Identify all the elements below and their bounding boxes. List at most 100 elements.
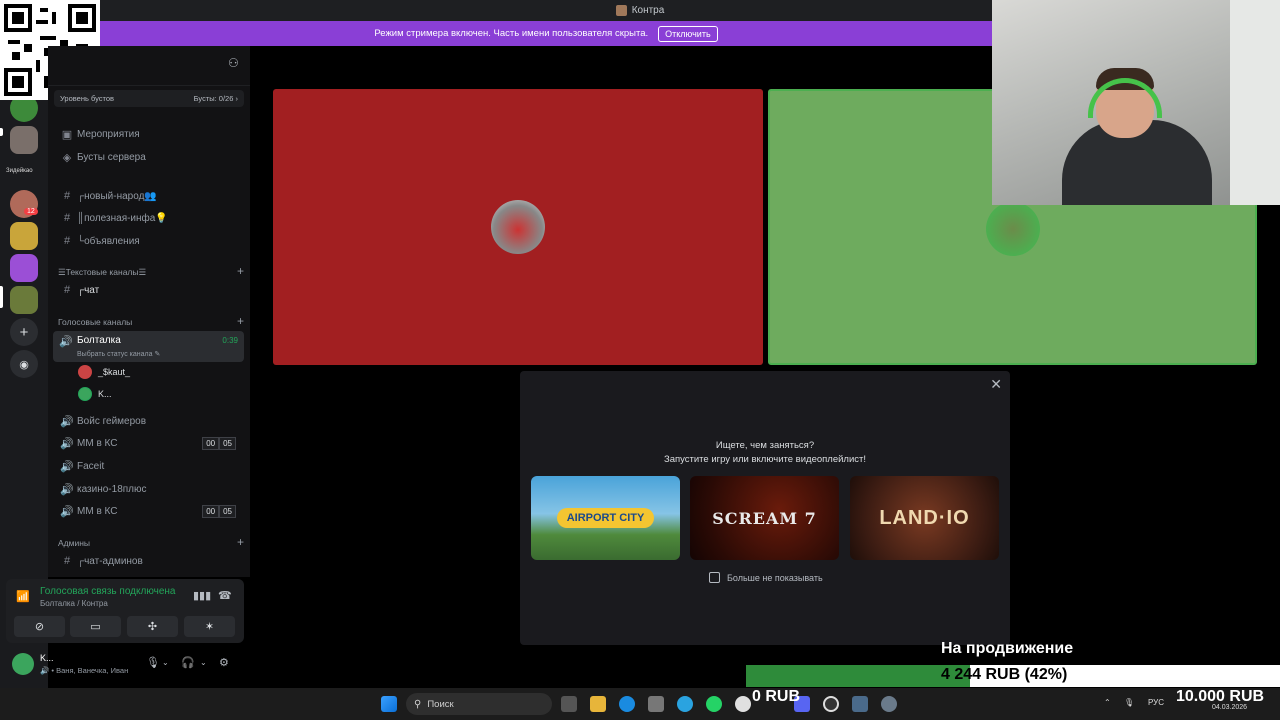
store-icon[interactable] <box>648 696 664 712</box>
gear-icon[interactable]: ⚙ <box>219 656 229 669</box>
server-icon-contra[interactable] <box>10 286 38 314</box>
card-logo: LAND·IO <box>879 506 970 529</box>
user-panel: K... 🔊 • Ваня, Ванечка, Иван 🎙 ⌄ 🎧 ⌄ ⚙ <box>6 646 244 682</box>
voice-connection-panel: 📶 Голосовая связь подключена Болталка / … <box>6 579 244 643</box>
sidebar-item-label: Бусты сервера <box>77 151 146 163</box>
card-logo: SCREAM 7 <box>712 508 817 528</box>
soundboard-button[interactable]: ✶ <box>184 616 235 637</box>
sidebar-item-events[interactable]: ▣ Мероприятия <box>54 124 244 144</box>
microphone-icon[interactable]: 🎙 <box>1124 698 1134 707</box>
calendar-icon: ▣ <box>61 128 73 141</box>
add-channel-icon[interactable]: + <box>237 315 244 327</box>
activities-button[interactable]: ✣ <box>127 616 178 637</box>
headphones-icon[interactable]: 🎧 <box>181 656 195 669</box>
server-icon-4[interactable] <box>10 222 38 250</box>
channel-chat[interactable]: # ┌чат <box>54 280 244 300</box>
edge-icon[interactable] <box>619 696 635 712</box>
chevron-down-icon[interactable]: ⌄ <box>162 658 169 667</box>
chevron-down-icon[interactable]: ⌄ <box>200 658 207 667</box>
disconnect-icon[interactable]: ☎ <box>218 589 232 602</box>
category-admins[interactable]: Админы + <box>58 536 244 548</box>
screen-share-button[interactable]: ▭ <box>70 616 121 637</box>
avatar[interactable] <box>12 653 34 675</box>
user-name[interactable]: K... <box>40 653 54 663</box>
activity-card-airport-city[interactable]: AIRPORT CITY <box>531 476 680 560</box>
search-placeholder: Поиск <box>427 698 454 710</box>
voice-channel-path[interactable]: Болталка / Контра <box>40 599 108 608</box>
boost-count: Бусты: 0/26 › <box>193 94 238 103</box>
channel-status-prompt[interactable]: Выбрать статус канала ✎ <box>77 350 160 358</box>
sidebar-item-label: Мероприятия <box>77 128 140 140</box>
category-label: Голосовые каналы <box>58 317 133 327</box>
file-explorer-icon[interactable] <box>590 696 606 712</box>
voice-channel[interactable]: 🔊 казино-18плюс <box>54 479 244 499</box>
taskbar-date: 04.03.2026 <box>1212 704 1248 711</box>
voice-channel[interactable]: 🔊 ММ в КС 00 05 <box>54 433 244 453</box>
participant-tile[interactable] <box>273 89 763 365</box>
channel-label: ┌новый-народ👥 <box>77 190 157 202</box>
channel-label: казино-18плюс <box>77 483 147 495</box>
dont-show-again[interactable]: Больше не показывать <box>709 572 823 583</box>
taskbar: ⚲ Поиск ⌃ 🎙 РУС <box>0 688 1280 720</box>
voice-channel-active[interactable]: 🔊 Болталка Выбрать статус канала ✎ 0:39 <box>53 331 244 362</box>
channel-label: └объявления <box>77 235 140 247</box>
invite-icon[interactable]: ⚇ <box>228 56 242 70</box>
category-text-channels[interactable]: ☰Текстовые каналы☰ + <box>58 265 244 278</box>
add-channel-icon[interactable]: + <box>237 265 244 278</box>
language-indicator[interactable]: РУС <box>1148 698 1164 707</box>
donation-progress-fill <box>746 665 971 687</box>
voice-channel[interactable]: 🔊 ММ в КС 00 05 <box>54 501 244 521</box>
activity-card-land-io[interactable]: LAND·IO <box>850 476 999 560</box>
boost-bar[interactable]: Уровень бустов Бусты: 0/26 › <box>54 90 244 107</box>
microphone-icon[interactable]: 🎙 <box>146 656 160 669</box>
server-icon-2[interactable] <box>10 126 38 154</box>
close-icon[interactable]: ✕ <box>990 376 1002 393</box>
obs-icon[interactable] <box>823 696 839 712</box>
settings-icon[interactable] <box>881 696 897 712</box>
add-server-icon[interactable]: + <box>10 318 38 346</box>
camera-button[interactable]: ⊘ <box>14 616 65 637</box>
taskbar-search[interactable]: ⚲ Поиск <box>406 693 552 715</box>
card-logo: AIRPORT CITY <box>556 508 655 528</box>
category-voice-channels[interactable]: Голосовые каналы + <box>58 315 244 327</box>
voice-channel[interactable]: 🔊 Faceit <box>54 456 244 476</box>
banner-text: Режим стримера включен. Часть имени поль… <box>374 28 649 39</box>
dont-show-label: Больше не показывать <box>727 572 823 583</box>
channel-announcements[interactable]: # └объявления <box>54 231 244 251</box>
sidebar-item-boosts[interactable]: ◈ Бусты сервера <box>54 147 244 167</box>
yandex-icon[interactable] <box>735 696 751 712</box>
channel-label: ММ в КС <box>77 505 118 517</box>
category-label: ☰Текстовые каналы☰ <box>58 267 147 277</box>
telegram-icon[interactable] <box>677 696 693 712</box>
explore-icon[interactable]: ◉ <box>10 350 38 378</box>
channel-new-people[interactable]: # ┌новый-народ👥 <box>54 186 244 206</box>
boost-icon: ◈ <box>62 151 72 164</box>
popup-heading: Ищете, чем заняться? <box>715 440 815 451</box>
voice-user[interactable]: _$kaut_ <box>78 363 130 381</box>
add-channel-icon[interactable]: + <box>237 536 244 548</box>
activity-card-scream[interactable]: SCREAM 7 <box>690 476 839 560</box>
voice-channel[interactable]: 🔊 Войс геймеров <box>54 411 244 431</box>
server-header[interactable]: ⚇ <box>48 46 250 86</box>
avatar <box>78 365 92 379</box>
channel-label: Faceit <box>77 460 105 472</box>
channel-admin-chat[interactable]: # ┌чат-админов <box>54 551 244 571</box>
noise-suppression-icon[interactable]: ▮▮▮ <box>193 589 211 602</box>
channel-label: ┌чат-админов <box>77 555 143 567</box>
avatar <box>986 202 1040 256</box>
voice-connected-label[interactable]: Голосовая связь подключена <box>40 586 175 597</box>
chevron-up-icon[interactable]: ⌃ <box>1104 698 1111 707</box>
task-view-icon[interactable] <box>561 696 577 712</box>
server-icon-5[interactable] <box>10 254 38 282</box>
voice-timer: 0:39 <box>222 336 238 345</box>
search-icon: ⚲ <box>414 698 422 710</box>
start-icon[interactable] <box>381 696 397 712</box>
channel-useful-info[interactable]: # ║полезная-инфа💡 <box>54 208 244 228</box>
app-icon[interactable] <box>852 696 868 712</box>
voice-user[interactable]: K... <box>78 385 112 403</box>
whatsapp-icon[interactable] <box>706 696 722 712</box>
disable-streamer-mode-button[interactable]: Отключить <box>658 25 718 42</box>
dont-show-checkbox[interactable] <box>709 572 720 583</box>
channel-label: Войс геймеров <box>77 415 147 427</box>
streamer-mode-banner: Режим стримера включен. Часть имени поль… <box>100 21 992 46</box>
